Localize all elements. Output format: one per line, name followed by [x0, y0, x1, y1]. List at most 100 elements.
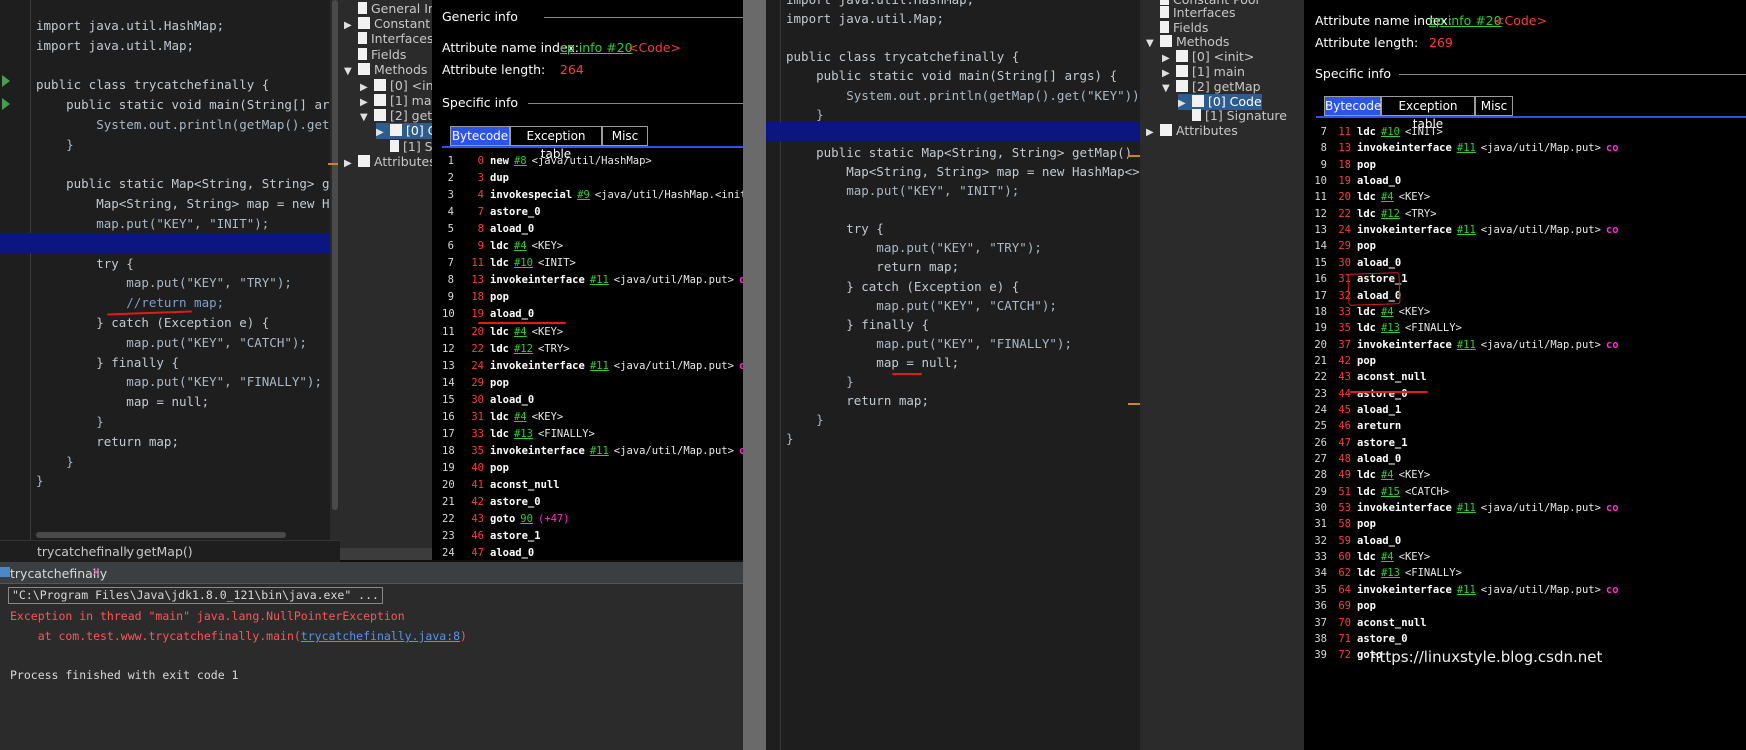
tab-exception-table[interactable]: Exception table: [1381, 96, 1475, 131]
tree-item[interactable]: Fields: [344, 47, 406, 63]
bytecode-constant-ref[interactable]: #11: [1457, 339, 1476, 351]
tree-item[interactable]: ▶ Attributes: [344, 154, 432, 170]
chevron-right-icon[interactable]: ▶: [1146, 125, 1156, 141]
bytecode-constant-ref[interactable]: 90: [520, 513, 533, 525]
left-info-panel: Generic info Attribute name index: cp in…: [432, 0, 743, 560]
bytecode-row: 37 70 aconst_null: [1314, 615, 1432, 632]
tree-hscroll[interactable]: [340, 548, 432, 560]
bytecode-argument: <java/util/HashMap.<init>>: [594, 189, 743, 202]
tree-item-label: Attributes: [1176, 123, 1238, 138]
file-icon: [1160, 6, 1169, 18]
tree-item[interactable]: Interfaces: [344, 31, 432, 47]
bytecode-constant-ref[interactable]: #4: [514, 240, 527, 252]
bytecode-constant-ref[interactable]: #12: [1381, 208, 1400, 220]
bytecode-constant-ref[interactable]: #11: [590, 445, 609, 457]
breadcrumb-method[interactable]: getMap(): [136, 544, 193, 559]
bytecode-line-number: 4: [447, 206, 454, 219]
bytecode-argument: <FINALLY>: [537, 427, 595, 440]
bytecode-constant-ref[interactable]: #13: [1381, 567, 1400, 579]
bytecode-constant-ref[interactable]: #4: [1381, 469, 1394, 481]
tree-item[interactable]: Interfaces: [1146, 5, 1235, 21]
tab-bytecode[interactable]: Bytecode: [450, 126, 510, 146]
bytecode-constant-ref[interactable]: #4: [514, 411, 527, 423]
code-line: try {: [36, 255, 134, 271]
tree-item[interactable]: ▶ Attributes: [1146, 123, 1238, 139]
bytecode-constant-ref[interactable]: #11: [1457, 584, 1476, 596]
code-line: }: [786, 106, 824, 122]
bytecode-constant-ref[interactable]: #9: [577, 189, 590, 201]
tab-exception-table[interactable]: Exception table: [510, 126, 602, 161]
attr-name-link[interactable]: cp info #20: [560, 40, 633, 55]
tree-item[interactable]: ▼ [2] getMap: [1162, 79, 1261, 95]
run-main-icon[interactable]: [2, 98, 10, 110]
bytecode-argument: <java/util/HashMap>: [531, 155, 652, 167]
bytecode-row: 5 8 aload_0: [442, 221, 539, 238]
chevron-down-icon[interactable]: ▼: [1162, 81, 1172, 97]
tree-item[interactable]: ▶ [0] <init>: [1162, 49, 1254, 65]
bytecode-offset: 49: [1338, 469, 1351, 482]
right-class-tree[interactable]: Constant PoolInterfacesFields▼Methods▶[0…: [1140, 0, 1304, 750]
bytecode-row: 38 71 astore_0: [1314, 631, 1413, 648]
bytecode-opcode: dup: [490, 172, 509, 185]
bytecode-constant-ref[interactable]: #13: [1381, 322, 1400, 334]
bytecode-line-number: 33: [1314, 551, 1327, 564]
left-class-tree[interactable]: General Inf▶Constant PInterfacesFields▼M…: [340, 0, 432, 560]
bytecode-line-number: 23: [442, 530, 455, 543]
bytecode-opcode: ldc: [1357, 322, 1376, 335]
tree-item-label: [1] main: [390, 93, 432, 108]
stack-frame-link[interactable]: trycatchefinally.java:8: [301, 629, 460, 643]
bytecode-constant-ref[interactable]: #11: [1457, 142, 1476, 154]
tab-misc[interactable]: Misc: [602, 126, 648, 146]
bytecode-constant-ref[interactable]: #4: [514, 326, 527, 338]
chevron-down-icon[interactable]: ▼: [344, 64, 354, 80]
bytecode-constant-ref[interactable]: #13: [514, 428, 533, 440]
tree-item[interactable]: [1] S: [376, 139, 432, 155]
bytecode-constant-ref[interactable]: #11: [590, 360, 609, 372]
tree-item[interactable]: ▶[1] main: [1162, 64, 1245, 80]
bytecode-offset: 53: [1338, 502, 1351, 515]
tab-bytecode[interactable]: Bytecode: [1324, 96, 1381, 116]
bytecode-constant-ref[interactable]: #10: [514, 257, 533, 269]
bytecode-constant-ref[interactable]: #8: [514, 155, 527, 167]
tree-item-label: [0] C: [406, 123, 432, 138]
chevron-down-icon[interactable]: ▼: [1146, 36, 1156, 52]
editor-hscroll-thumb[interactable]: [36, 532, 286, 538]
editor-gutter: [780, 0, 781, 750]
bytecode-opcode: aload_0: [1357, 175, 1402, 188]
tree-item[interactable]: ▶[0] <init: [360, 78, 432, 94]
tree-item[interactable]: ▶[0] C: [376, 123, 432, 139]
chevron-right-icon[interactable]: ▶: [344, 156, 354, 172]
tab-misc[interactable]: Misc: [1475, 96, 1513, 116]
right-code-editor[interactable]: import java.util.HashMap;import java.uti…: [766, 0, 1140, 750]
tree-item[interactable]: ▶[1] main: [360, 93, 432, 109]
chevron-down-icon[interactable]: ▼: [360, 110, 370, 126]
breadcrumb-class[interactable]: trycatchefinally: [37, 544, 134, 559]
attr-name-link[interactable]: cp info #20: [1429, 13, 1502, 28]
bytecode-constant-ref[interactable]: #12: [514, 343, 533, 355]
bytecode-constant-ref[interactable]: #11: [1457, 224, 1476, 236]
bytecode-constant-ref[interactable]: #11: [1457, 502, 1476, 514]
code-line: System.out.println(getMap().get("KEY"));: [786, 87, 1140, 103]
bytecode-offset: 22: [471, 342, 484, 355]
bytecode-constant-ref[interactable]: #11: [590, 274, 609, 286]
run-console[interactable]: trycatchefinally × "C:\Program Files\Jav…: [0, 562, 743, 750]
bytecode-offset: 47: [471, 547, 484, 560]
bytecode-line-number: 12: [442, 342, 455, 355]
bytecode-constant-ref[interactable]: #10: [1381, 126, 1400, 138]
tree-item[interactable]: [1] Signature: [1178, 108, 1287, 124]
bytecode-constant-ref[interactable]: #15: [1381, 486, 1400, 498]
left-code-editor[interactable]: import java.util.HashMap; import java.uti…: [0, 0, 340, 540]
bytecode-constant-ref[interactable]: #4: [1381, 551, 1394, 563]
bytecode-constant-ref[interactable]: #4: [1381, 191, 1394, 203]
tree-item[interactable]: ▼ Methods: [1146, 34, 1229, 50]
bytecode-constant-ref[interactable]: #4: [1381, 306, 1394, 318]
tree-item[interactable]: ▶Constant P: [344, 16, 432, 32]
tree-item[interactable]: General Inf: [344, 1, 432, 17]
editor-scrollbar-thumb[interactable]: [332, 0, 338, 510]
close-icon[interactable]: ×: [91, 565, 101, 579]
tree-item[interactable]: ▼ [2] getM: [360, 108, 432, 124]
bytecode-line-number: 2: [447, 172, 454, 185]
bytecode-offset: 13: [471, 274, 484, 287]
tree-item[interactable]: ▼ Methods: [344, 62, 427, 78]
run-class-icon[interactable]: [2, 75, 10, 87]
